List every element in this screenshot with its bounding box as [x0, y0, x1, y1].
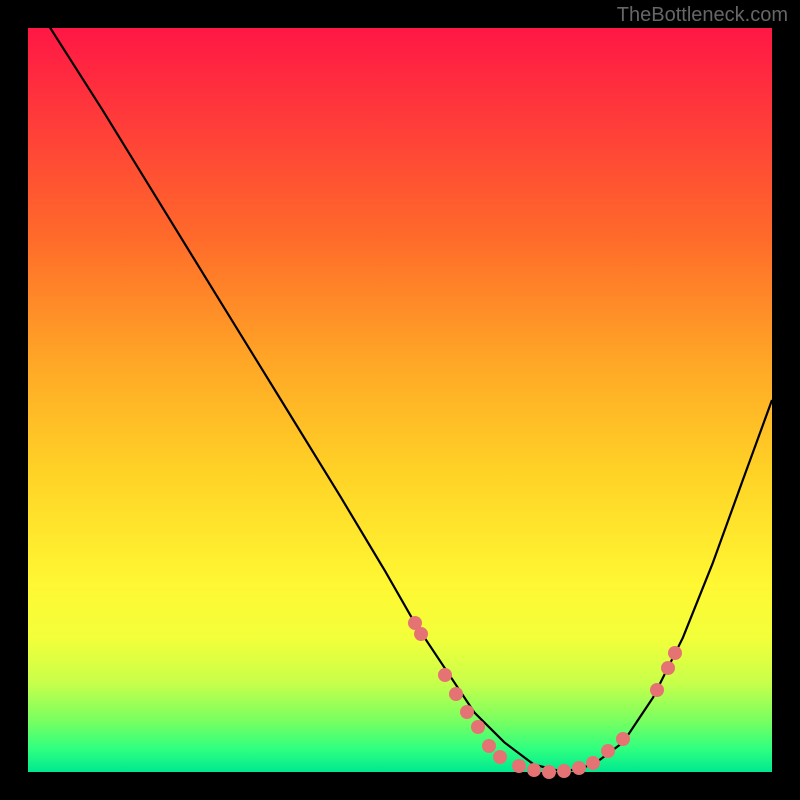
data-point — [449, 687, 463, 701]
data-point — [414, 627, 428, 641]
data-point — [482, 739, 496, 753]
data-point — [471, 720, 485, 734]
data-point — [512, 759, 526, 773]
bottleneck-curve — [28, 28, 772, 772]
curve-svg — [28, 28, 772, 772]
data-point — [460, 705, 474, 719]
data-point — [493, 750, 507, 764]
data-point — [438, 668, 452, 682]
data-point — [542, 765, 556, 779]
data-point — [650, 683, 664, 697]
chart-plot-area — [28, 28, 772, 772]
data-point — [572, 761, 586, 775]
data-point — [557, 764, 571, 778]
watermark-text: TheBottleneck.com — [617, 4, 788, 27]
data-point — [586, 756, 600, 770]
data-point — [601, 744, 615, 758]
data-point — [616, 732, 630, 746]
data-point — [527, 763, 541, 777]
data-point — [661, 661, 675, 675]
data-point — [668, 646, 682, 660]
